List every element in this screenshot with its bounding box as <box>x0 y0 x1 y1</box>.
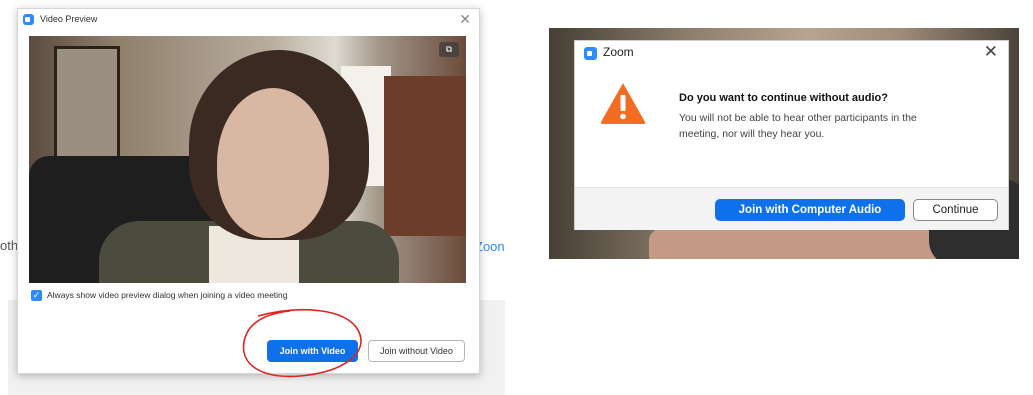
join-without-video-button[interactable]: Join without Video <box>368 340 465 362</box>
close-icon[interactable]: ✕ <box>459 11 471 27</box>
continue-button[interactable]: Continue <box>913 199 998 221</box>
warning-triangle-icon <box>600 83 646 124</box>
video-preview-titlebar: Video Preview ✕ <box>18 9 479 31</box>
join-with-computer-audio-button[interactable]: Join with Computer Audio <box>715 199 905 221</box>
video-preview-title: Video Preview <box>40 14 98 24</box>
wall-picture <box>54 46 120 162</box>
join-with-video-button[interactable]: Join with Video <box>267 340 358 362</box>
always-show-preview-checkbox[interactable]: ✓ <box>31 290 42 301</box>
zoom-app-icon <box>584 47 597 60</box>
zoom-app-icon <box>23 14 34 25</box>
person-face <box>217 88 329 238</box>
audio-warning-dialog: Zoom ✕ Do you want to continue without a… <box>574 40 1009 230</box>
dialog-message-line-2: meeting, nor will they hear you. <box>679 128 825 140</box>
switch-camera-icon[interactable]: ⧉ <box>439 42 459 57</box>
always-show-preview-label: Always show video preview dialog when jo… <box>47 290 288 300</box>
dialog-title: Zoom <box>603 45 634 59</box>
dialog-message-line-1: You will not be able to hear other parti… <box>679 112 917 124</box>
cabinet <box>384 76 466 236</box>
background-partial-text-left: oth <box>0 238 19 253</box>
dialog-heading: Do you want to continue without audio? <box>679 92 888 104</box>
close-icon[interactable]: ✕ <box>984 42 998 62</box>
camera-preview-video: ⧉ <box>29 36 466 283</box>
dialog-footer: Join with Computer Audio Continue <box>575 187 1008 230</box>
video-preview-dialog: Video Preview ✕ ⧉ ✓ Always show video pr… <box>17 8 480 374</box>
